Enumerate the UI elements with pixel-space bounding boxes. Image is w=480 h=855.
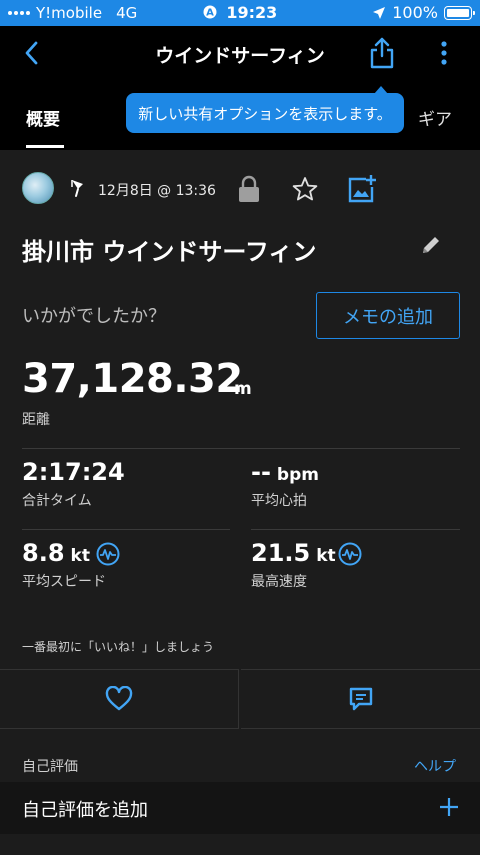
lock-icon[interactable] [236, 174, 262, 204]
plus-icon[interactable] [438, 796, 460, 818]
status-right-group: 100% [372, 3, 475, 22]
comment-icon [349, 687, 372, 711]
activity-date: 12月8日 @ 13:36 [98, 183, 216, 199]
social-action-row [0, 669, 480, 729]
avg-hr-value: -- bpm [251, 458, 319, 486]
tab-gear[interactable]: ギア [418, 105, 452, 130]
activity-title: 掛川市 ウインドサーフィン [22, 238, 317, 266]
distance-value: 37,128.32 [22, 356, 243, 402]
total-time-number: 2:17:24 [22, 458, 125, 486]
add-self-eval-row[interactable]: 自己評価を追加 [0, 782, 480, 834]
activity-content: 12月8日 @ 13:36 掛川市 ウインドサーフィン いかがでしたか？ メモの… [0, 150, 480, 855]
total-time-label: 合計タイム [22, 493, 92, 509]
active-tab-indicator [26, 145, 64, 148]
battery-icon [444, 5, 475, 20]
page-title: ウインドサーフィン [155, 45, 325, 67]
windsurf-activity-icon [71, 180, 83, 197]
location-a-icon: A [203, 5, 217, 19]
distance-unit: m [234, 379, 252, 399]
more-vertical-icon[interactable] [432, 38, 456, 68]
tab-overview[interactable]: 概要 [26, 105, 60, 130]
nav-bar: ウインドサーフィン [0, 26, 480, 84]
avg-hr-label: 平均心拍 [251, 493, 307, 509]
divider [22, 448, 460, 449]
distance-label: 距離 [22, 412, 50, 428]
add-memo-button[interactable]: メモの追加 [316, 292, 460, 339]
avg-speed-label: 平均スピード [22, 574, 106, 590]
divider [251, 529, 460, 530]
add-photo-icon[interactable] [347, 174, 377, 204]
avg-speed-unit: kt [70, 546, 90, 566]
avg-speed-value: 8.8 kt [22, 539, 90, 567]
avg-hr-number: -- [251, 458, 271, 486]
feeling-question: いかがでしたか？ [22, 306, 166, 327]
pencil-icon[interactable] [420, 234, 442, 256]
share-icon[interactable] [366, 36, 398, 70]
avg-speed-number: 8.8 [22, 539, 65, 567]
status-time: 19:23 [226, 3, 278, 22]
max-speed-value: 21.5 kt [251, 539, 336, 567]
max-speed-unit: kt [316, 546, 336, 566]
max-speed-label: 最高速度 [251, 574, 307, 590]
add-self-eval-label: 自己評価を追加 [22, 800, 148, 821]
battery-percent: 100% [392, 3, 438, 22]
pulse-chart-icon[interactable] [338, 542, 362, 566]
like-button[interactable] [0, 669, 239, 729]
activity-meta-row: 12月8日 @ 13:36 [22, 172, 462, 208]
star-icon[interactable] [292, 176, 318, 202]
svg-text:A: A [206, 8, 214, 19]
heart-icon [105, 686, 133, 711]
location-arrow-icon [373, 6, 386, 19]
pulse-chart-icon[interactable] [96, 542, 120, 566]
avatar[interactable] [22, 172, 54, 204]
status-bar: Y!mobile 4G A 19:23 100% [0, 0, 480, 26]
like-prompt: 一番最初に「いいね！」しましょう [22, 640, 215, 654]
share-options-tooltip[interactable]: 新しい共有オプションを表示します。 [126, 86, 404, 133]
avg-hr-unit: bpm [276, 465, 319, 485]
self-eval-section-label: 自己評価 [22, 759, 78, 775]
max-speed-number: 21.5 [251, 539, 311, 567]
divider [22, 529, 230, 530]
total-time-value: 2:17:24 [22, 458, 125, 486]
help-link[interactable]: ヘルプ [414, 756, 456, 776]
comment-button[interactable] [241, 669, 480, 729]
